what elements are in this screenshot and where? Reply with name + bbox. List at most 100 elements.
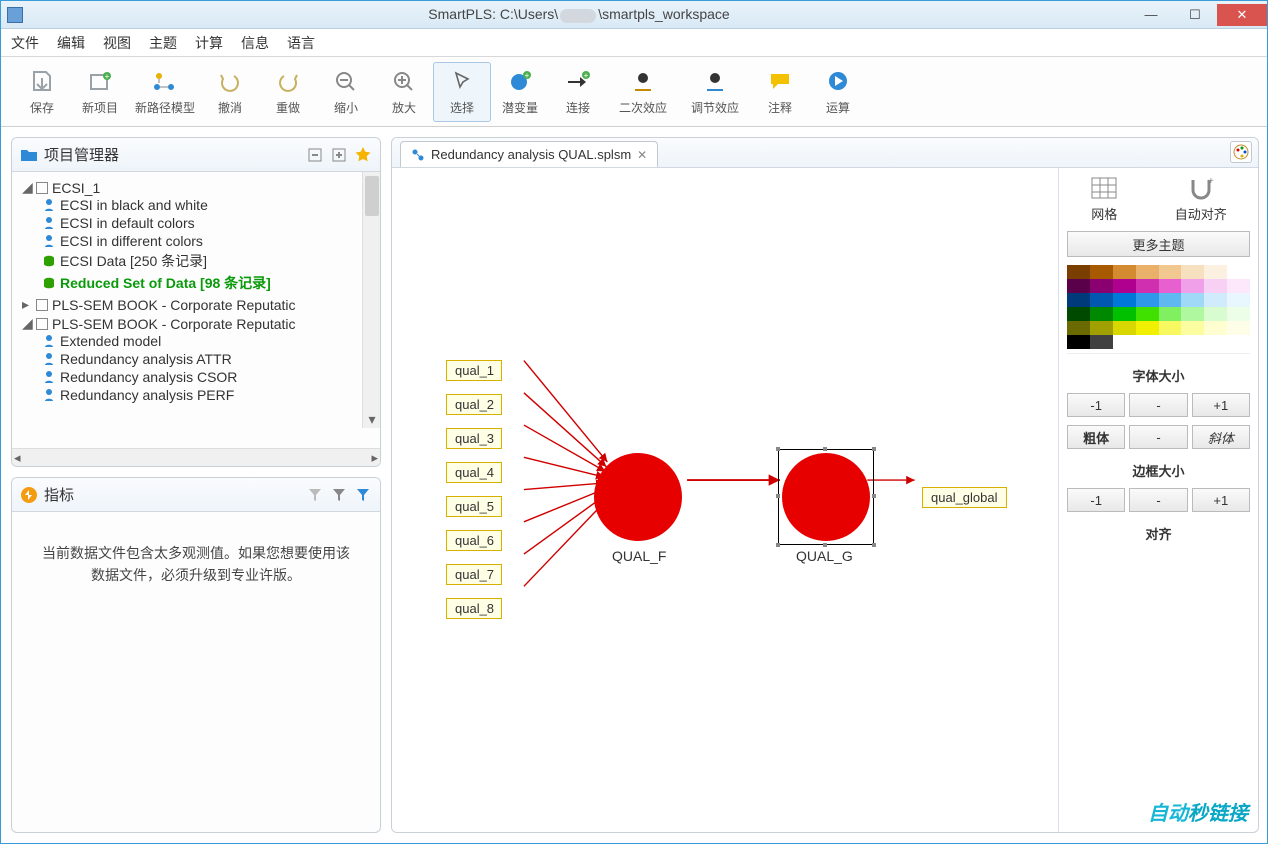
tree-item[interactable]: Extended model <box>42 333 376 349</box>
tool-select[interactable]: 选择 <box>433 62 491 122</box>
tree-folder[interactable]: ▸ PLS-SEM BOOK - Corporate Reputatic <box>22 296 376 313</box>
color-swatch[interactable] <box>1136 335 1159 349</box>
color-swatch[interactable] <box>1204 279 1227 293</box>
tool-calculate[interactable]: 运算 <box>809 62 867 122</box>
indicator-qual_6[interactable]: qual_6 <box>446 530 502 551</box>
indicator-qual_8[interactable]: qual_8 <box>446 598 502 619</box>
tree-item[interactable]: Redundancy analysis CSOR <box>42 369 376 385</box>
color-swatch[interactable] <box>1181 335 1204 349</box>
more-themes-button[interactable]: 更多主题 <box>1067 231 1250 257</box>
minimize-button[interactable]: — <box>1129 4 1173 26</box>
menu-view[interactable]: 视图 <box>103 33 131 53</box>
menu-edit[interactable]: 编辑 <box>57 33 85 53</box>
color-swatch[interactable] <box>1136 321 1159 335</box>
tool-connect[interactable]: + 连接 <box>549 62 607 122</box>
close-button[interactable]: ✕ <box>1217 4 1267 26</box>
color-swatch[interactable] <box>1227 265 1250 279</box>
border-size-plus[interactable]: +1 <box>1192 488 1250 512</box>
color-swatch[interactable] <box>1113 279 1136 293</box>
tool-zoom-out[interactable]: 缩小 <box>317 62 375 122</box>
color-swatch[interactable] <box>1067 321 1090 335</box>
color-swatch[interactable] <box>1067 307 1090 321</box>
tool-latent[interactable]: + 潜变量 <box>491 62 549 122</box>
tool-undo[interactable]: 撤消 <box>201 62 259 122</box>
color-swatch[interactable] <box>1136 307 1159 321</box>
tree-item[interactable]: Reduced Set of Data [98 条记录] <box>42 273 376 293</box>
color-swatch[interactable] <box>1067 293 1090 307</box>
color-swatch[interactable] <box>1204 321 1227 335</box>
color-swatch[interactable] <box>1204 335 1227 349</box>
color-swatch[interactable] <box>1090 307 1113 321</box>
color-swatch[interactable] <box>1227 321 1250 335</box>
tool-new-path-model[interactable]: 新路径模型 <box>129 62 201 122</box>
color-swatch[interactable] <box>1113 265 1136 279</box>
color-swatch[interactable] <box>1113 307 1136 321</box>
color-swatch[interactable] <box>1113 335 1136 349</box>
tool-save[interactable]: 保存 <box>13 62 71 122</box>
indicator-qual_3[interactable]: qual_3 <box>446 428 502 449</box>
tool-redo[interactable]: 重做 <box>259 62 317 122</box>
autoalign-button[interactable]: + 自动对齐 <box>1175 176 1227 223</box>
tree-item[interactable]: ECSI in black and white <box>42 197 376 213</box>
color-swatch[interactable] <box>1204 307 1227 321</box>
collapse-all-icon[interactable] <box>306 146 324 164</box>
color-swatch[interactable] <box>1181 307 1204 321</box>
menu-calc[interactable]: 计算 <box>195 33 223 53</box>
palette-button[interactable] <box>1230 141 1252 163</box>
menu-lang[interactable]: 语言 <box>287 33 315 53</box>
indicator-qual_1[interactable]: qual_1 <box>446 360 502 381</box>
tree-hscroll[interactable]: ◂▸ <box>12 448 380 466</box>
color-swatch[interactable] <box>1159 307 1182 321</box>
color-swatch[interactable] <box>1113 293 1136 307</box>
color-swatch[interactable] <box>1067 335 1090 349</box>
font-bold[interactable]: 粗体 <box>1067 425 1125 449</box>
menu-file[interactable]: 文件 <box>11 33 39 53</box>
star-icon[interactable] <box>354 146 372 164</box>
color-swatch[interactable] <box>1227 335 1250 349</box>
construct-qual-g[interactable] <box>782 453 870 541</box>
filter-icon-1[interactable] <box>306 486 324 504</box>
color-swatch[interactable] <box>1159 279 1182 293</box>
filter-icon-3[interactable] <box>354 486 372 504</box>
color-swatch[interactable] <box>1181 279 1204 293</box>
indicator-qual-global[interactable]: qual_global <box>922 487 1007 508</box>
color-swatch[interactable] <box>1090 279 1113 293</box>
color-swatch[interactable] <box>1136 293 1159 307</box>
color-swatch[interactable] <box>1181 265 1204 279</box>
menu-theme[interactable]: 主题 <box>149 33 177 53</box>
color-swatch[interactable] <box>1159 265 1182 279</box>
tree-folder[interactable]: ◢ PLS-SEM BOOK - Corporate Reputatic <box>22 315 376 332</box>
tree-vscroll[interactable]: ▴ ▾ <box>362 172 380 428</box>
color-swatch[interactable] <box>1090 335 1113 349</box>
font-style-reset[interactable]: - <box>1129 425 1187 449</box>
project-tree[interactable]: ◢ ECSI_1 ECSI in black and white ECSI in… <box>12 172 380 448</box>
color-swatch[interactable] <box>1067 279 1090 293</box>
indicator-qual_2[interactable]: qual_2 <box>446 394 502 415</box>
tool-moderation[interactable]: 调节效应 <box>679 62 751 122</box>
color-swatch[interactable] <box>1204 265 1227 279</box>
border-size-reset[interactable]: - <box>1129 488 1187 512</box>
indicator-qual_5[interactable]: qual_5 <box>446 496 502 517</box>
color-swatch[interactable] <box>1227 307 1250 321</box>
color-swatch[interactable] <box>1067 265 1090 279</box>
color-swatch[interactable] <box>1159 335 1182 349</box>
tab-close-icon[interactable]: ✕ <box>637 148 647 162</box>
color-swatch[interactable] <box>1090 293 1113 307</box>
color-swatch[interactable] <box>1181 293 1204 307</box>
grid-button[interactable]: 网格 <box>1090 176 1118 223</box>
color-swatch[interactable] <box>1227 279 1250 293</box>
color-swatch[interactable] <box>1227 293 1250 307</box>
font-size-plus[interactable]: +1 <box>1192 393 1250 417</box>
scroll-thumb[interactable] <box>365 176 379 216</box>
indicator-qual_4[interactable]: qual_4 <box>446 462 502 483</box>
color-swatch[interactable] <box>1090 265 1113 279</box>
expand-all-icon[interactable] <box>330 146 348 164</box>
menu-info[interactable]: 信息 <box>241 33 269 53</box>
tool-new-project[interactable]: + 新项目 <box>71 62 129 122</box>
tree-item[interactable]: ECSI in different colors <box>42 233 376 249</box>
tree-item[interactable]: Redundancy analysis PERF <box>42 387 376 403</box>
font-italic[interactable]: 斜体 <box>1192 425 1250 449</box>
font-size-minus[interactable]: -1 <box>1067 393 1125 417</box>
color-swatch[interactable] <box>1159 293 1182 307</box>
color-swatch[interactable] <box>1204 293 1227 307</box>
